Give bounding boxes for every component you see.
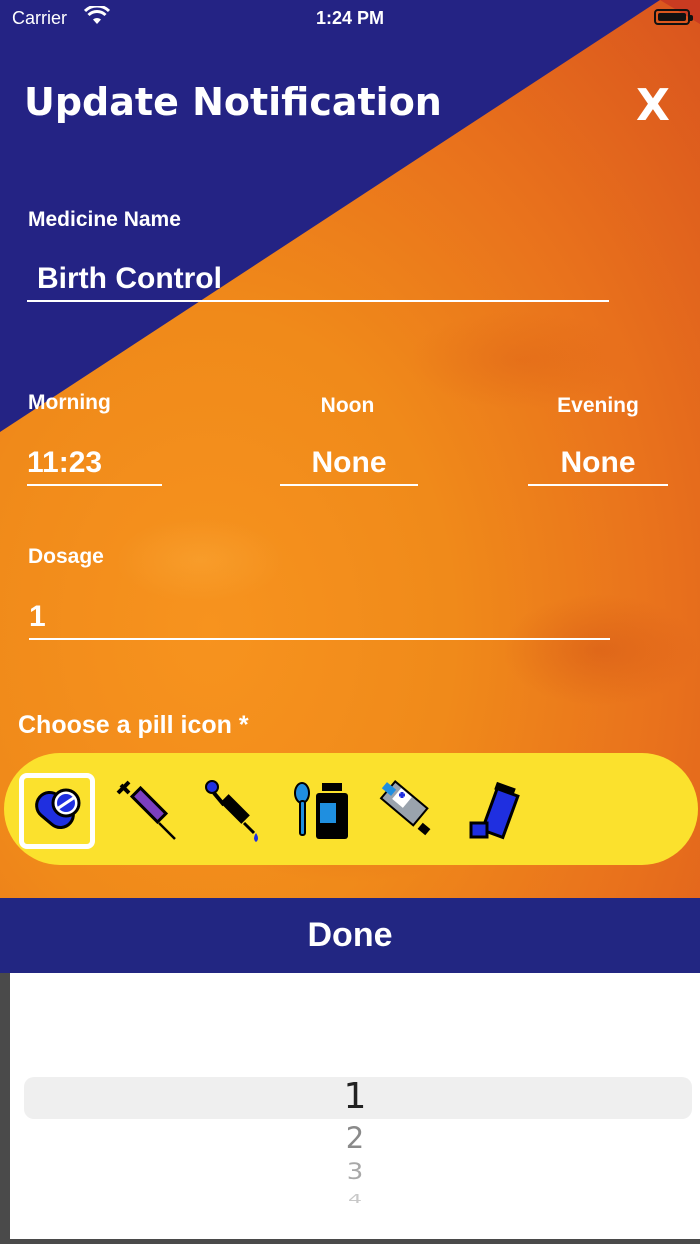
picker-option[interactable]: 1: [10, 1076, 700, 1117]
picker-option[interactable]: 4: [10, 1193, 700, 1207]
noon-time-field[interactable]: None: [280, 446, 418, 486]
page-title: Update Notification: [24, 80, 442, 124]
choose-pill-icon-label: Choose a pill icon *: [18, 711, 249, 739]
noon-label: Noon: [320, 394, 375, 417]
status-bar: Carrier 1:24 PM: [0, 0, 700, 36]
status-time: 1:24 PM: [315, 8, 385, 28]
morning-time-field[interactable]: 11:23: [27, 446, 162, 486]
syringe-icon[interactable]: [109, 773, 185, 849]
spoon-bottle-icon[interactable]: [282, 773, 358, 849]
ointment-tube-icon[interactable]: [369, 773, 445, 849]
pill-capsule-icon[interactable]: [19, 773, 95, 849]
battery-icon: [654, 9, 693, 25]
morning-label: Morning: [28, 391, 111, 414]
medicine-name-label: Medicine Name: [28, 208, 181, 231]
evening-time-field[interactable]: None: [528, 446, 668, 486]
app-background: Carrier 1:24 PM Update Notification X Me…: [0, 0, 700, 898]
picker-option[interactable]: 2: [10, 1121, 700, 1155]
evening-label: Evening: [557, 394, 639, 417]
medicine-name-field[interactable]: Birth Control: [27, 262, 609, 302]
close-button[interactable]: X: [636, 80, 670, 131]
picker-toolbar: Done: [0, 898, 700, 973]
dosage-field[interactable]: 1: [29, 600, 610, 640]
inhaler-icon[interactable]: [459, 773, 535, 849]
dosage-picker[interactable]: 1 2 3 4: [10, 973, 700, 1239]
pill-icon-tray: [4, 753, 698, 865]
picker-option[interactable]: 3: [10, 1159, 700, 1185]
dosage-label: Dosage: [28, 545, 104, 568]
dropper-syringe-icon[interactable]: [194, 773, 270, 849]
done-button[interactable]: Done: [0, 916, 700, 955]
